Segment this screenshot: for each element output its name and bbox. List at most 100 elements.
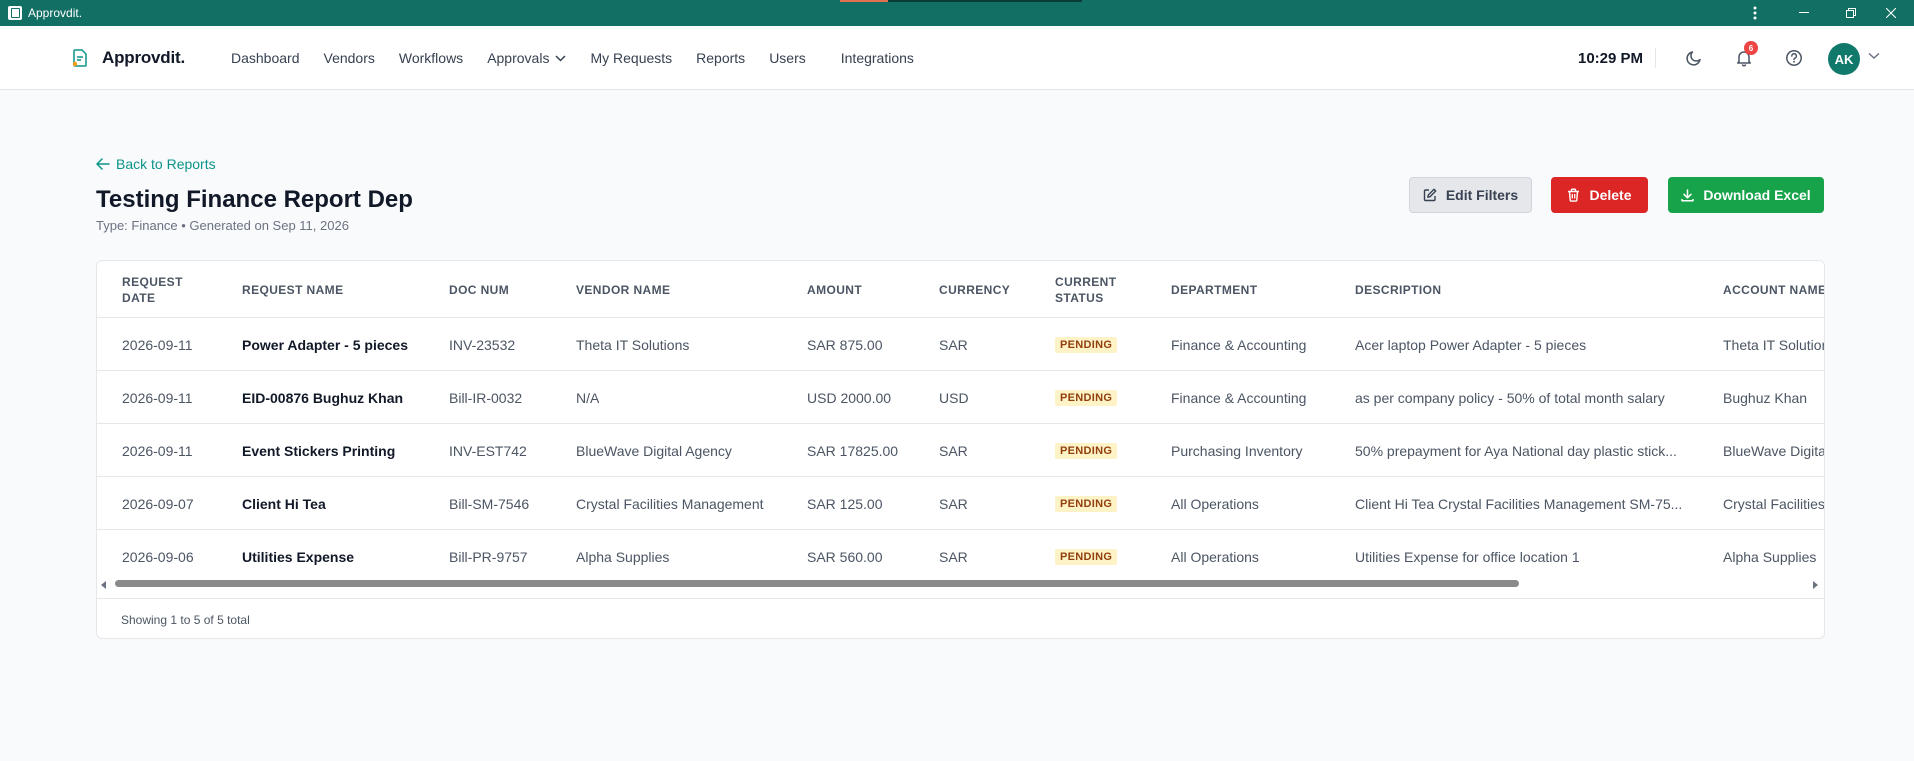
column-header-department[interactable]: DEPARTMENT bbox=[1171, 261, 1257, 318]
window-title: Approvdit. bbox=[28, 6, 83, 20]
cell-status: PENDING bbox=[1055, 371, 1118, 424]
nav-users[interactable]: Users bbox=[769, 50, 806, 66]
scrollbar-thumb[interactable] bbox=[115, 580, 1519, 587]
status-badge: PENDING bbox=[1055, 548, 1118, 565]
cell-request-date: 2026-09-07 bbox=[122, 495, 194, 512]
status-badge: PENDING bbox=[1055, 442, 1118, 459]
page-title: Testing Finance Report Dep bbox=[96, 186, 413, 213]
download-excel-button[interactable]: Download Excel bbox=[1668, 177, 1824, 213]
status-badge: PENDING bbox=[1055, 389, 1118, 406]
nav-approvals-label: Approvals bbox=[487, 50, 550, 66]
cell-status: PENDING bbox=[1055, 424, 1118, 477]
cell-department: All Operations bbox=[1171, 495, 1259, 512]
cell-account-name: BlueWave Digital Agency bbox=[1723, 442, 1824, 459]
bell-icon[interactable]: 6 bbox=[1732, 41, 1758, 70]
arrow-left-icon bbox=[96, 158, 110, 170]
dark-mode-icon[interactable] bbox=[1682, 46, 1706, 70]
edit-filters-label: Edit Filters bbox=[1445, 187, 1519, 203]
column-header-request-date[interactable]: REQUEST DATE bbox=[122, 261, 202, 318]
cell-request-name: Event Stickers Printing bbox=[242, 442, 396, 459]
chevron-down-icon[interactable] bbox=[1868, 52, 1880, 60]
column-header-vendor-name[interactable]: VENDOR NAME bbox=[576, 261, 670, 318]
avatar[interactable]: AK bbox=[1828, 43, 1860, 75]
table-footer: Showing 1 to 5 of 5 total bbox=[97, 598, 1824, 638]
brand-name: Approvdit. bbox=[102, 48, 185, 67]
table-header: REQUEST DATE REQUEST NAME DOC NUM VENDOR… bbox=[97, 261, 1824, 318]
edit-filters-button[interactable]: Edit Filters bbox=[1409, 177, 1532, 213]
nav-approvals[interactable]: Approvals bbox=[487, 50, 566, 66]
download-excel-label: Download Excel bbox=[1703, 187, 1811, 203]
nav-reports[interactable]: Reports bbox=[696, 50, 745, 66]
cell-request-name: Utilities Expense bbox=[242, 548, 355, 565]
loading-track bbox=[888, 0, 1082, 2]
minimize-icon[interactable] bbox=[1781, 0, 1827, 26]
horizontal-scrollbar[interactable] bbox=[97, 579, 1824, 591]
nav-vendors[interactable]: Vendors bbox=[324, 50, 375, 66]
cell-department: Purchasing Inventory bbox=[1171, 442, 1303, 459]
chevron-down-icon bbox=[555, 54, 566, 62]
cell-vendor-name: N/A bbox=[576, 389, 600, 406]
scroll-left-arrow-icon[interactable] bbox=[101, 581, 106, 589]
cell-description: 50% prepayment for Aya National day plas… bbox=[1355, 442, 1677, 459]
notification-count-badge: 6 bbox=[1744, 41, 1758, 55]
page-subtitle: Type: Finance • Generated on Sep 11, 202… bbox=[96, 218, 349, 233]
edit-icon bbox=[1423, 188, 1437, 202]
column-header-request-name[interactable]: REQUEST NAME bbox=[242, 261, 343, 318]
cell-status: PENDING bbox=[1055, 530, 1118, 575]
column-header-account-name[interactable]: ACCOUNT NAME bbox=[1723, 261, 1824, 318]
cell-amount: SAR 125.00 bbox=[807, 495, 883, 512]
table-row[interactable]: 2026-09-07 Client Hi Tea Bill-SM-7546 Cr… bbox=[97, 477, 1824, 530]
back-to-reports-link[interactable]: Back to Reports bbox=[96, 156, 216, 172]
cell-currency: SAR bbox=[939, 495, 968, 512]
table-row[interactable]: 2026-09-11 EID-00876 Bughuz Khan Bill-IR… bbox=[97, 371, 1824, 424]
cell-request-date: 2026-09-11 bbox=[122, 442, 193, 459]
cell-description: Utilities Expense for office location 1 bbox=[1355, 548, 1580, 565]
brand-logo-icon bbox=[72, 49, 87, 67]
cell-account-name: Theta IT Solutions bbox=[1723, 336, 1824, 353]
pagination-summary: Showing 1 to 5 of 5 total bbox=[121, 612, 250, 627]
nav-dashboard[interactable]: Dashboard bbox=[231, 50, 300, 66]
report-table-card: REQUEST DATE REQUEST NAME DOC NUM VENDOR… bbox=[96, 260, 1825, 639]
cell-vendor-name: BlueWave Digital Agency bbox=[576, 442, 732, 459]
cell-request-name: EID-00876 Bughuz Khan bbox=[242, 389, 404, 406]
delete-button[interactable]: Delete bbox=[1551, 177, 1648, 213]
column-header-current-status[interactable]: CURRENT STATUS bbox=[1055, 261, 1135, 318]
delete-label: Delete bbox=[1589, 187, 1632, 203]
cell-status: PENDING bbox=[1055, 477, 1118, 530]
table-row[interactable]: 2026-09-11 Power Adapter - 5 pieces INV-… bbox=[97, 318, 1824, 371]
column-header-currency[interactable]: CURRENCY bbox=[939, 261, 1010, 318]
report-table: REQUEST DATE REQUEST NAME DOC NUM VENDOR… bbox=[97, 261, 1824, 575]
help-icon[interactable] bbox=[1782, 46, 1806, 70]
cell-department: Finance & Accounting bbox=[1171, 389, 1307, 406]
trash-icon bbox=[1568, 188, 1580, 202]
table-row[interactable]: 2026-09-11 Event Stickers Printing INV-E… bbox=[97, 424, 1824, 477]
cell-department: All Operations bbox=[1171, 548, 1259, 565]
nav-workflows[interactable]: Workflows bbox=[399, 50, 463, 66]
cell-doc-num: Bill-IR-0032 bbox=[449, 389, 523, 406]
scroll-right-arrow-icon[interactable] bbox=[1813, 581, 1818, 589]
cell-request-name: Client Hi Tea bbox=[242, 495, 326, 512]
brand[interactable]: Approvdit. bbox=[72, 26, 185, 90]
close-icon[interactable] bbox=[1868, 0, 1914, 26]
column-header-doc-num[interactable]: DOC NUM bbox=[449, 261, 509, 318]
cell-account-name: Bughuz Khan bbox=[1723, 389, 1808, 406]
cell-currency: SAR bbox=[939, 336, 968, 353]
status-badge: PENDING bbox=[1055, 495, 1118, 512]
cell-doc-num: INV-EST742 bbox=[449, 442, 527, 459]
nav-my-requests[interactable]: My Requests bbox=[590, 50, 672, 66]
cell-status: PENDING bbox=[1055, 318, 1118, 371]
cell-doc-num: INV-23532 bbox=[449, 336, 516, 353]
status-badge: PENDING bbox=[1055, 336, 1118, 353]
nav-divider bbox=[1655, 48, 1656, 68]
nav-integrations[interactable]: Integrations bbox=[841, 50, 914, 66]
column-header-amount[interactable]: AMOUNT bbox=[807, 261, 862, 318]
cell-currency: USD bbox=[939, 389, 969, 406]
cell-request-date: 2026-09-06 bbox=[122, 548, 194, 565]
cell-amount: USD 2000.00 bbox=[807, 389, 892, 406]
cell-request-date: 2026-09-11 bbox=[122, 336, 193, 353]
cell-vendor-name: Theta IT Solutions bbox=[576, 336, 690, 353]
more-options-icon[interactable] bbox=[1732, 0, 1778, 26]
table-row[interactable]: 2026-09-06 Utilities Expense Bill-PR-975… bbox=[97, 530, 1824, 575]
column-header-description[interactable]: DESCRIPTION bbox=[1355, 261, 1441, 318]
cell-department: Finance & Accounting bbox=[1171, 336, 1307, 353]
